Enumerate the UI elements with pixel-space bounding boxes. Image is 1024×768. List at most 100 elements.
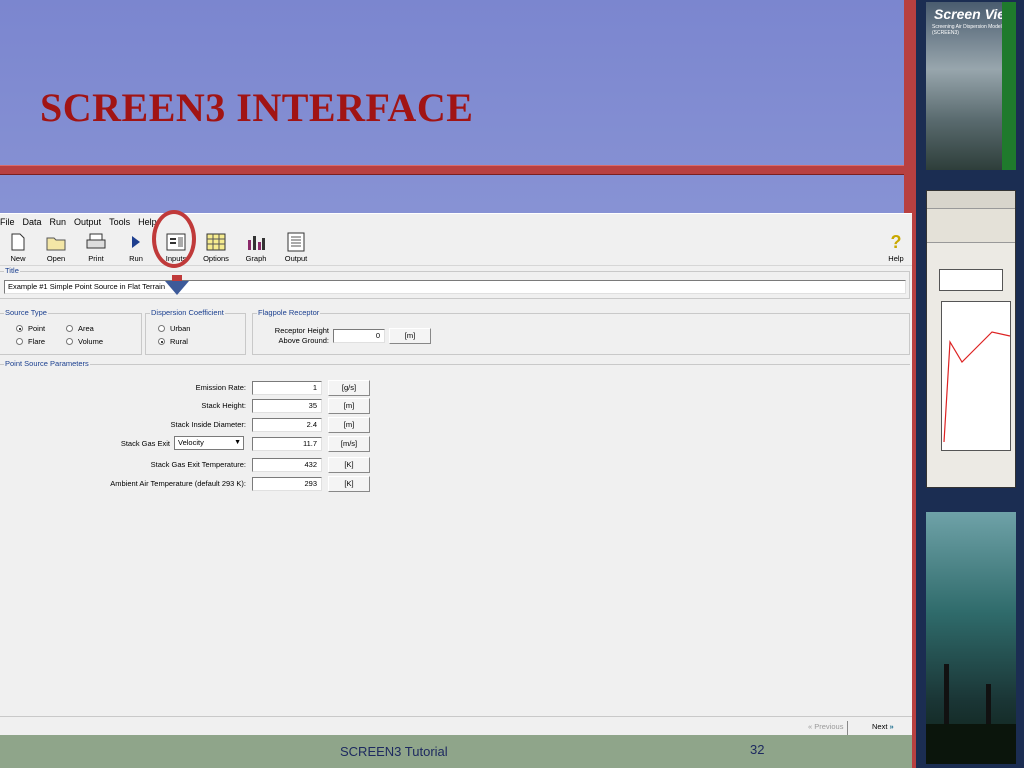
receptor-above-ground-label: Above Ground: — [278, 336, 329, 345]
open-folder-icon — [46, 237, 66, 251]
ambient-temp-input[interactable]: 293 — [252, 477, 322, 491]
bar-chart-icon — [248, 236, 265, 250]
options-label: Options — [203, 254, 229, 263]
thumbnail-plot — [941, 301, 1011, 451]
new-document-icon — [11, 233, 25, 251]
stack-gas-exit-label: Stack Gas Exit — [120, 439, 170, 448]
thumbnail-graph-window — [926, 190, 1016, 488]
stack-gas-exit-select-value: Velocity — [178, 438, 204, 447]
dispersion-group: Dispersion Coefficient Urban Rural — [145, 308, 246, 355]
chevron-right-icon: » — [889, 722, 894, 731]
stack-gas-exit-select[interactable]: Velocity ▼ — [174, 436, 244, 450]
source-type-volume-radio[interactable]: Volume — [66, 337, 103, 346]
open-button[interactable]: Open — [36, 230, 76, 264]
menu-run[interactable]: Run — [50, 217, 67, 227]
stack-height-unit[interactable]: [m] — [328, 398, 370, 414]
print-button[interactable]: Print — [76, 230, 116, 264]
stack-height-input[interactable]: 35 — [252, 399, 322, 413]
previous-button[interactable]: « Previous — [808, 721, 849, 735]
menu-data[interactable]: Data — [23, 217, 42, 227]
stack-gas-temp-input[interactable]: 432 — [252, 458, 322, 472]
receptor-unit-button[interactable]: [m] — [389, 328, 431, 344]
emission-rate-input[interactable]: 1 — [252, 381, 322, 395]
point-label: Point — [28, 324, 46, 333]
source-type-area-radio[interactable]: Area — [66, 324, 94, 333]
urban-label: Urban — [170, 324, 191, 333]
options-button[interactable]: Options — [196, 230, 236, 264]
print-label: Print — [88, 254, 104, 263]
chevron-left-icon: « — [808, 722, 813, 731]
page-number: 32 — [750, 742, 765, 757]
emission-rate-unit[interactable]: [g/s] — [328, 380, 370, 396]
flagpole-group: Flagpole Receptor Receptor Height Above … — [252, 308, 910, 355]
graph-button[interactable]: Graph — [236, 230, 276, 264]
menu-file[interactable]: File — [0, 217, 15, 227]
output-document-icon — [287, 232, 305, 252]
flagpole-legend: Flagpole Receptor — [257, 308, 321, 317]
dropdown-arrow-icon: ▼ — [234, 439, 241, 446]
point-source-group: Point Source Parameters — [0, 359, 910, 716]
next-label: Next — [872, 722, 888, 731]
highlight-arrow-down-icon — [165, 281, 189, 295]
run-button[interactable]: Run — [116, 230, 156, 264]
stack-diameter-label: Stack Inside Diameter: — [170, 420, 246, 429]
footer-band — [0, 735, 912, 768]
stack-gas-temp-label: Stack Gas Exit Temperature: — [150, 460, 246, 469]
title-divider — [0, 165, 916, 175]
options-grid-icon — [206, 233, 226, 251]
thumbnail-menubar — [927, 191, 1015, 209]
emission-rate-label: Emission Rate: — [195, 383, 246, 392]
dispersion-rural-radio[interactable]: Rural — [158, 337, 188, 346]
title-legend: Title — [4, 266, 20, 275]
area-label: Area — [78, 324, 94, 333]
menu-bar: File Data Run Output Tools Help — [0, 214, 912, 230]
thumbnail-green-bar — [1002, 2, 1016, 170]
bottom-divider — [0, 716, 912, 717]
rural-label: Rural — [170, 337, 188, 346]
output-button[interactable]: Output — [276, 230, 316, 264]
run-label: Run — [129, 254, 143, 263]
title-group: Title Example #1 Simple Point Source in … — [0, 266, 910, 299]
source-type-legend: Source Type — [4, 308, 48, 317]
help-label: Help — [888, 254, 904, 263]
receptor-height-label: Receptor Height — [274, 326, 329, 335]
thumbnail-toolbar — [927, 209, 1015, 243]
stack-gas-temp-unit[interactable]: [K] — [328, 457, 370, 473]
title-input[interactable]: Example #1 Simple Point Source in Flat T… — [4, 280, 906, 294]
point-source-legend: Point Source Parameters — [4, 359, 90, 368]
stack-gas-exit-unit[interactable]: [m/s] — [328, 436, 370, 452]
source-type-flare-radio[interactable]: Flare — [16, 337, 45, 346]
ambient-temp-unit[interactable]: [K] — [328, 476, 370, 492]
screen3-app-window: File Data Run Output Tools Help New Open… — [0, 213, 912, 735]
output-label: Output — [284, 254, 308, 263]
help-button[interactable]: ? Help — [876, 230, 916, 264]
receptor-height-input[interactable]: 0 — [333, 329, 385, 343]
toolbar: New Open Print Run Inputs Options Graph — [0, 230, 912, 266]
thumbnail-smokestacks — [926, 512, 1016, 764]
thumbnail-subtitle: Screening Air Dispersion Model (SCREEN3) — [932, 24, 1002, 36]
ambient-temp-label: Ambient Air Temperature (default 293 K): — [110, 479, 246, 488]
thumbnail-plot-line — [943, 331, 1011, 443]
graph-label: Graph — [245, 254, 267, 263]
stack-height-label: Stack Height: — [201, 401, 246, 410]
new-button[interactable]: New — [0, 230, 38, 264]
stack-diameter-input[interactable]: 2.4 — [252, 418, 322, 432]
next-button[interactable]: Next » — [872, 721, 894, 735]
help-question-icon: ? — [890, 231, 902, 252]
thumbnail-ground — [926, 724, 1016, 764]
thumbnail-screen-view: Screen View Screening Air Dispersion Mod… — [926, 2, 1016, 170]
play-icon — [132, 236, 140, 248]
source-type-group: Source Type Point Area Flare Volume — [0, 308, 142, 355]
dispersion-urban-radio[interactable]: Urban — [158, 324, 190, 333]
stack-diameter-unit[interactable]: [m] — [328, 417, 370, 433]
highlight-circle — [152, 210, 196, 268]
source-type-point-radio[interactable]: Point — [16, 324, 45, 333]
printer-icon — [86, 233, 106, 249]
thumbnail-caption-box — [939, 269, 1003, 291]
volume-label: Volume — [78, 337, 104, 346]
open-label: Open — [46, 254, 66, 263]
stack-gas-exit-input[interactable]: 11.7 — [252, 437, 322, 451]
menu-output[interactable]: Output — [74, 217, 101, 227]
flare-label: Flare — [28, 337, 46, 346]
menu-tools[interactable]: Tools — [109, 217, 130, 227]
